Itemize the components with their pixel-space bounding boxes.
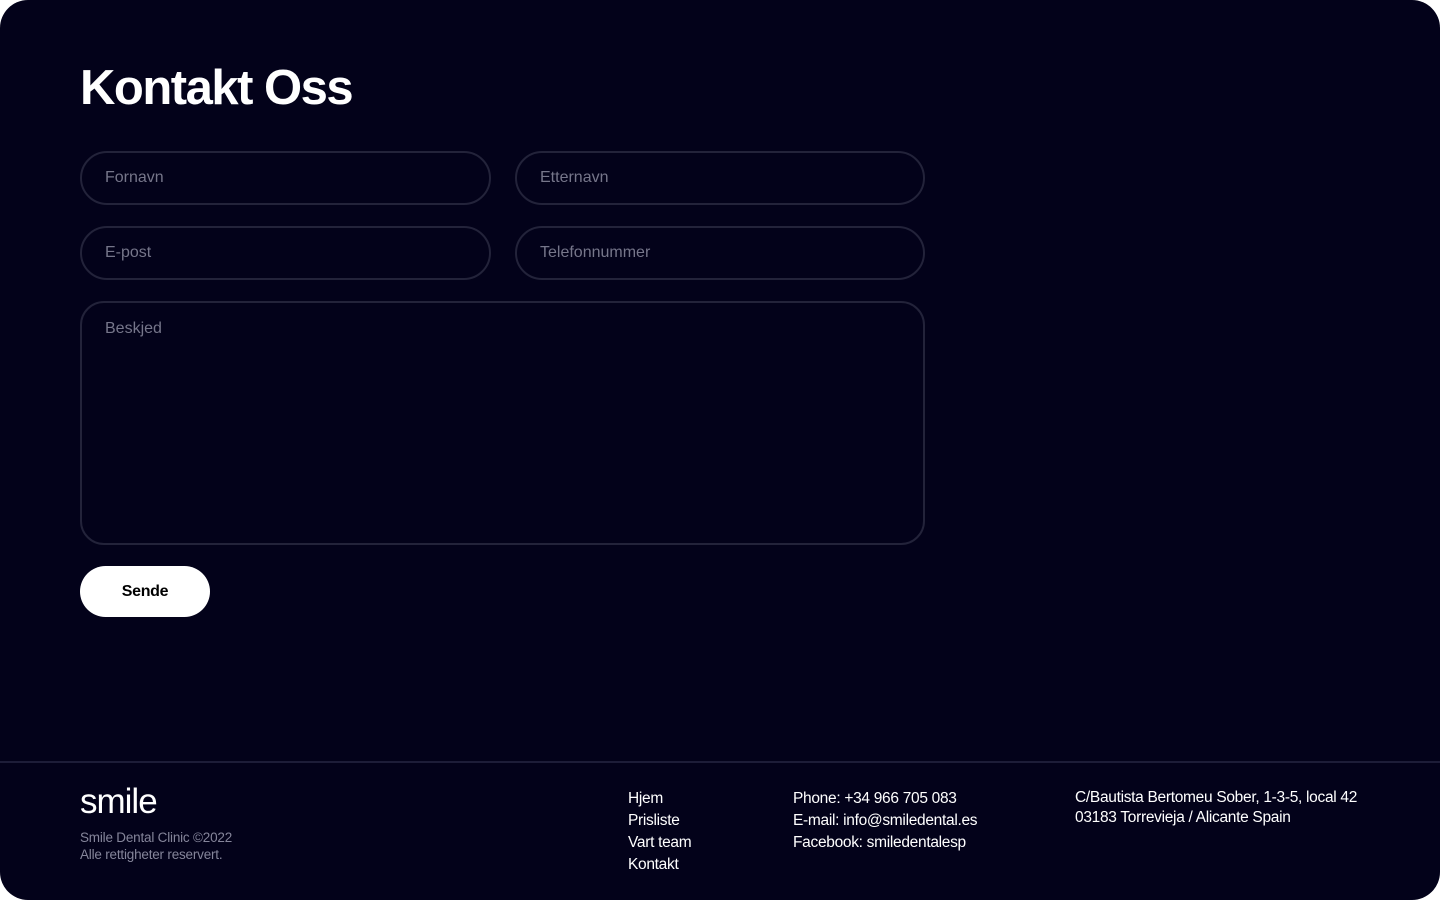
email-field[interactable] bbox=[80, 226, 491, 280]
contact-page: Kontakt Oss Sende smile Smile Dental Cli… bbox=[0, 0, 1440, 900]
first-name-field[interactable] bbox=[80, 151, 491, 205]
phone-field[interactable] bbox=[515, 226, 925, 280]
footer-divider bbox=[0, 761, 1440, 763]
send-button[interactable]: Sende bbox=[80, 566, 210, 617]
footer-nav-item-prisliste[interactable]: Prisliste bbox=[628, 810, 691, 832]
email-link[interactable]: E-mail: info@smiledental.es bbox=[793, 810, 978, 832]
message-field[interactable] bbox=[80, 301, 925, 545]
page-title: Kontakt Oss bbox=[80, 61, 354, 115]
footer-contact: Phone: +34 966 705 083 E-mail: info@smil… bbox=[793, 788, 978, 854]
address-line-1: C/Bautista Bertomeu Sober, 1-3-5, local … bbox=[1075, 789, 1358, 806]
copyright: Smile Dental Clinic ©2022 Alle rettighet… bbox=[80, 829, 232, 863]
last-name-field[interactable] bbox=[515, 151, 925, 205]
address-line-2: 03183 Torrevieja / Alicante Spain bbox=[1075, 808, 1291, 826]
footer-nav-item-hjem[interactable]: Hjem bbox=[628, 788, 691, 810]
facebook-link[interactable]: Facebook: smiledentalesp bbox=[793, 832, 977, 854]
footer-nav-item-vart-team[interactable]: Vart team bbox=[628, 832, 692, 854]
smile-logo[interactable]: smile bbox=[80, 780, 158, 824]
footer-nav-item-kontakt[interactable]: Kontakt bbox=[628, 854, 691, 876]
footer-nav: Hjem Prisliste Vart team Kontakt bbox=[628, 788, 692, 876]
footer-address: C/Bautista Bertomeu Sober, 1-3-5, local … bbox=[1075, 788, 1357, 827]
copyright-line: Smile Dental Clinic ©2022 bbox=[80, 830, 233, 845]
rights-reserved-line: Alle rettigheter reservert. bbox=[80, 847, 223, 862]
phone-link[interactable]: Phone: +34 966 705 083 bbox=[793, 788, 977, 810]
